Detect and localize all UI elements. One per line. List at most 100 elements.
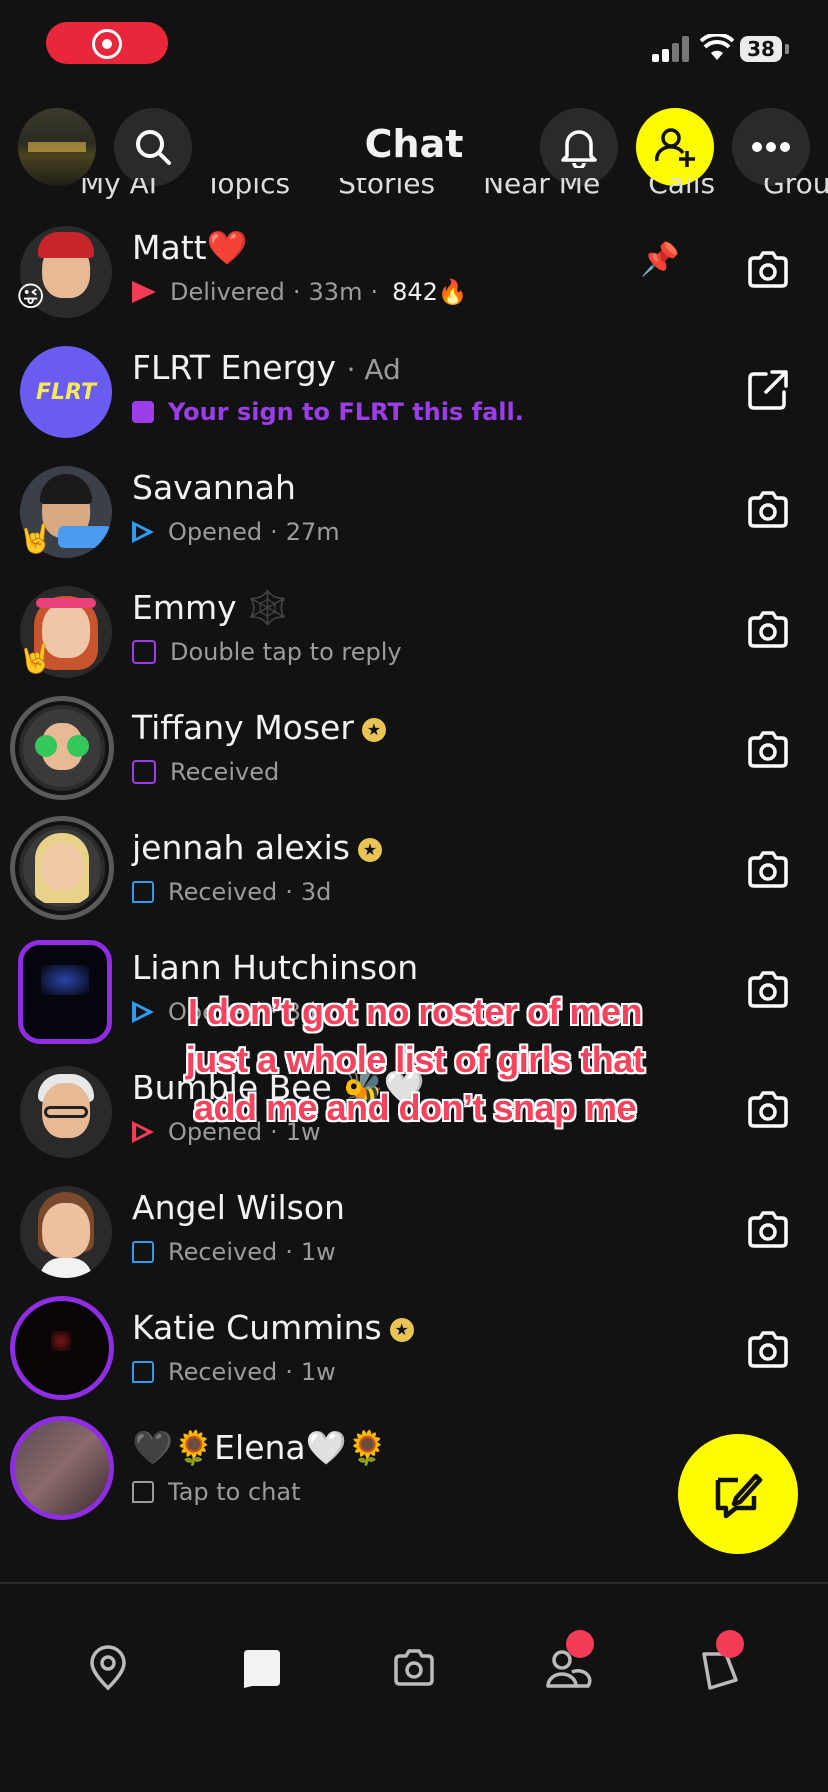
received-chat-icon (132, 1241, 154, 1263)
chat-time: 3d (300, 878, 332, 906)
camera-icon[interactable] (744, 726, 792, 774)
received-chat-icon (132, 881, 154, 903)
map-icon[interactable] (84, 1644, 132, 1692)
chat-row-matt[interactable]: 😜 Matt❤️ Delivered · 33m · 842🔥 📌 (0, 210, 828, 330)
tab-near-me[interactable]: Near Me (483, 178, 600, 200)
more-options-button[interactable] (732, 108, 810, 186)
received-square-icon (132, 640, 156, 664)
chat-icon[interactable] (238, 1644, 286, 1692)
chat-status: Opened (168, 518, 263, 546)
more-dots-icon (752, 142, 790, 152)
avatar-story-ring (10, 1296, 114, 1400)
camera-icon[interactable] (390, 1644, 438, 1692)
bell-icon (561, 130, 597, 168)
contact-name: Savannah (132, 468, 296, 507)
chat-bubble-icon (132, 1481, 154, 1503)
camera-icon[interactable] (744, 486, 792, 534)
external-link-icon[interactable] (744, 366, 792, 414)
chat-filter-tabs: My AI Topics Stories Near Me Calls Groups (0, 178, 828, 208)
chat-time: 33m (308, 278, 363, 306)
contact-name: Katie Cummins (132, 1308, 382, 1347)
notifications-button[interactable] (540, 108, 618, 186)
avatar-story-ring (10, 816, 114, 920)
chat-status: Received (168, 1358, 278, 1386)
new-message-square-icon (132, 401, 154, 423)
chat-row-jennah[interactable]: jennah alexis ★ Received · 3d (0, 810, 828, 930)
ad-message: Your sign to FLRT this fall. (168, 398, 524, 426)
wifi-icon (700, 34, 734, 60)
stories-tab[interactable] (696, 1630, 744, 1692)
chat-row-katie[interactable]: Katie Cummins ★ Received · 1w (0, 1290, 828, 1410)
add-friend-button[interactable] (636, 108, 714, 186)
avatar-emoji: 🤘 (18, 522, 53, 555)
avatar-story-ring (10, 1416, 114, 1520)
friends-tab[interactable] (544, 1630, 594, 1692)
caption-line: add me and don’t snap me (193, 1087, 637, 1128)
camera-icon[interactable] (744, 846, 792, 894)
ad-label: · Ad (346, 353, 401, 386)
camera-icon[interactable] (744, 966, 792, 1014)
battery-tip (785, 44, 789, 54)
delivered-arrow-icon (132, 281, 156, 303)
camera-icon[interactable] (744, 606, 792, 654)
contact-name: 🖤🌻Elena🤍🌻 (132, 1428, 388, 1467)
status-bar: 38 (0, 0, 828, 90)
chat-status: Double tap to reply (170, 638, 402, 666)
new-chat-button[interactable] (678, 1434, 798, 1554)
spiderweb-emoji: 🕸️ (247, 588, 289, 627)
add-friend-icon (655, 128, 695, 167)
tab-stories[interactable]: Stories (338, 178, 435, 200)
caption-line: I don’t got no roster of men (188, 991, 642, 1032)
camera-icon[interactable] (744, 246, 792, 294)
chat-time: 1w (300, 1358, 336, 1386)
contact-name: Emmy (132, 588, 237, 627)
contact-name: jennah alexis (132, 828, 350, 867)
contact-name: Angel Wilson (132, 1188, 345, 1227)
camera-icon[interactable] (744, 1326, 792, 1374)
chat-time: 1w (300, 1238, 336, 1266)
name-emoji: ❤️ (206, 228, 248, 267)
star-badge-icon: ★ (389, 1317, 414, 1342)
chat-status: Received (168, 878, 278, 906)
avatar-emoji: 😜 (16, 280, 46, 313)
tab-calls[interactable]: Calls (648, 178, 715, 200)
chat-status: Received (168, 1238, 278, 1266)
chat-row-angel[interactable]: Angel Wilson Received · 1w (0, 1170, 828, 1290)
cellular-signal-icon (652, 36, 692, 62)
star-badge-icon: ★ (361, 717, 386, 742)
screen-recording-indicator[interactable] (46, 22, 168, 64)
camera-icon[interactable] (744, 1206, 792, 1254)
ad-logo: FLRT (20, 346, 112, 438)
contact-name: Liann Hutchinson (132, 948, 419, 987)
pin-icon: 📌 (640, 240, 680, 278)
avatar-emoji: 🤘 (18, 642, 53, 675)
chat-status: Received (170, 758, 280, 786)
chat-status: Delivered (170, 278, 285, 306)
notification-dot (566, 1630, 594, 1658)
chat-row-ad[interactable]: FLRT FLRT Energy · Ad Your sign to FLRT … (0, 330, 828, 450)
contact-name: Tiffany Moser (132, 708, 354, 747)
avatar (20, 1186, 112, 1278)
contact-name: FLRT Energy (132, 348, 337, 387)
contact-name: Matt (132, 228, 207, 267)
chat-status: Tap to chat (168, 1478, 301, 1506)
video-caption-overlay: I don’t got no roster of men just a whol… (110, 988, 720, 1132)
chat-row-emmy[interactable]: 🤘 Emmy 🕸️ Double tap to reply (0, 570, 828, 690)
chat-row-savannah[interactable]: 🤘 Savannah Opened · 27m (0, 450, 828, 570)
new-chat-icon (715, 1473, 763, 1519)
tab-my-ai[interactable]: My AI (80, 178, 157, 200)
star-badge-icon: ★ (357, 837, 382, 862)
chat-row-tiffany[interactable]: Tiffany Moser ★ Received (0, 690, 828, 810)
received-square-icon (132, 760, 156, 784)
avatar-story-ring (18, 940, 112, 1044)
battery-level: 38 (740, 36, 782, 62)
bottom-navigation (0, 1584, 828, 1792)
avatar (20, 1066, 112, 1158)
tab-groups[interactable]: Groups (763, 178, 828, 200)
received-chat-icon (132, 1361, 154, 1383)
chat-time: 27m (285, 518, 340, 546)
camera-icon[interactable] (744, 1086, 792, 1134)
tab-topics[interactable]: Topics (205, 178, 290, 200)
avatar-story-ring (10, 696, 114, 800)
opened-arrow-icon (132, 521, 154, 543)
